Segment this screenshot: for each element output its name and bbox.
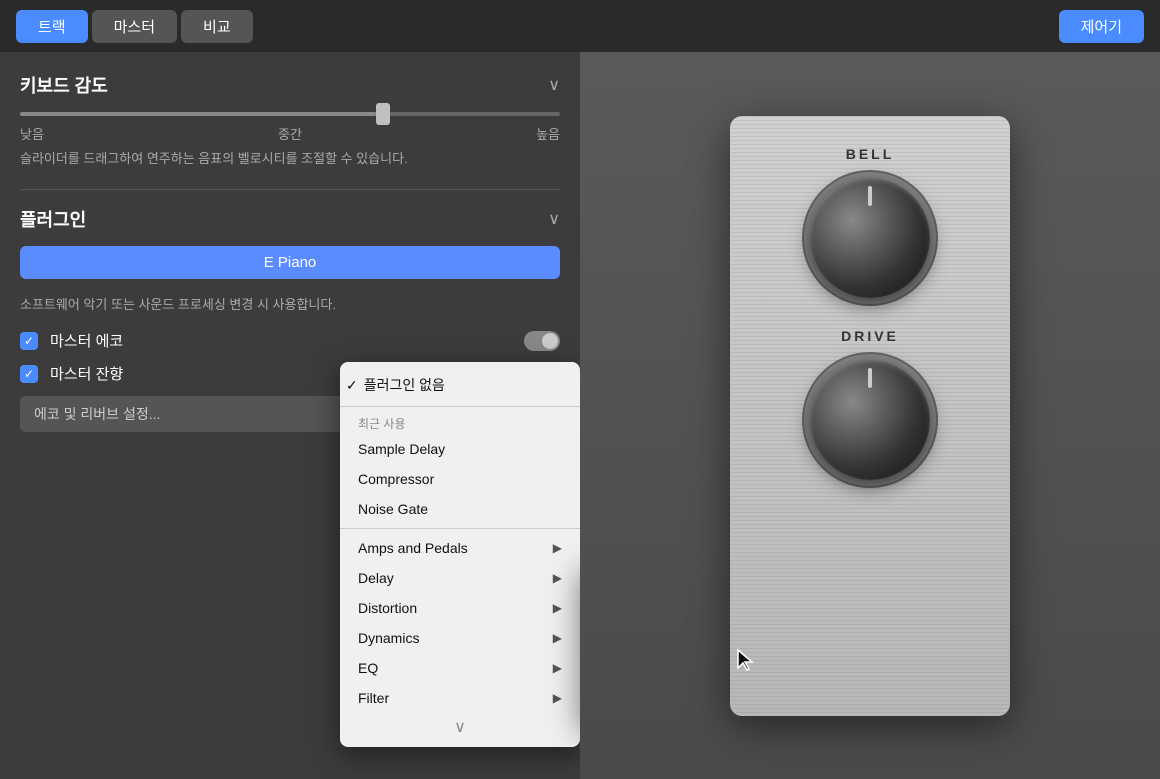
menu-separator-1 bbox=[340, 406, 580, 407]
bell-knob-container: BELL bbox=[810, 146, 930, 298]
tab-master[interactable]: 마스터 bbox=[92, 10, 177, 43]
drive-knob-container: DRIVE bbox=[810, 328, 930, 480]
divider-1 bbox=[20, 189, 560, 190]
menu-scroll-down[interactable]: ∨ bbox=[340, 713, 580, 741]
menu-no-plugin[interactable]: ✓ 플러그인 없음 bbox=[340, 368, 580, 402]
tab-track[interactable]: 트랙 bbox=[16, 10, 88, 43]
category-distortion[interactable]: Distortion ▶ bbox=[340, 593, 580, 623]
keyboard-sensitivity-section: 키보드 감도 ∨ bbox=[20, 72, 560, 98]
category-eq-label: EQ bbox=[358, 660, 378, 676]
category-amps[interactable]: Amps and Pedals ▶ bbox=[340, 533, 580, 563]
master-echo-row: 마스터 에코 bbox=[20, 330, 560, 351]
category-eq[interactable]: EQ ▶ bbox=[340, 653, 580, 683]
category-amps-label: Amps and Pedals bbox=[358, 540, 468, 556]
plugin-section-header: 플러그인 ∨ bbox=[20, 206, 560, 232]
master-echo-checkbox[interactable] bbox=[20, 332, 38, 350]
plugin-select-button[interactable]: E Piano bbox=[20, 246, 560, 279]
dynamics-arrow-icon: ▶ bbox=[553, 631, 562, 645]
menu-separator-2 bbox=[340, 528, 580, 529]
delay-submenu-container: Delay ▶ Delay Designer Echo Sample Delay… bbox=[340, 563, 580, 593]
velocity-slider-track bbox=[20, 112, 560, 116]
distortion-arrow-icon: ▶ bbox=[553, 601, 562, 615]
master-echo-label: 마스터 에코 bbox=[50, 330, 512, 351]
recent-item-1[interactable]: Compressor bbox=[340, 464, 580, 494]
velocity-description: 슬라이더를 드래그하여 연주하는 음표의 벨로시티를 조절할 수 있습니다. bbox=[20, 149, 560, 169]
master-reverb-checkbox[interactable] bbox=[20, 365, 38, 383]
check-mark-icon: ✓ bbox=[346, 377, 358, 394]
velocity-slider-thumb[interactable] bbox=[376, 103, 390, 125]
delay-arrow-icon: ▶ bbox=[553, 571, 562, 585]
recent-item-2[interactable]: Noise Gate bbox=[340, 494, 580, 524]
slider-label-medium: 중간 bbox=[278, 124, 302, 143]
category-filter[interactable]: Filter ▶ bbox=[340, 683, 580, 713]
plugin-section-chevron[interactable]: ∨ bbox=[548, 209, 560, 229]
plugin-section-title: 플러그인 bbox=[20, 206, 86, 232]
keyboard-sensitivity-chevron[interactable]: ∨ bbox=[548, 75, 560, 95]
main-area: 키보드 감도 ∨ 낮음 중간 높음 슬라이더를 드래그하여 연주하는 음표의 벨… bbox=[0, 52, 1160, 779]
category-dynamics[interactable]: Dynamics ▶ bbox=[340, 623, 580, 653]
control-button[interactable]: 제어기 bbox=[1059, 10, 1144, 43]
eq-arrow-icon: ▶ bbox=[553, 661, 562, 675]
slider-labels: 낮음 중간 높음 bbox=[20, 124, 560, 143]
left-panel: 키보드 감도 ∨ 낮음 중간 높음 슬라이더를 드래그하여 연주하는 음표의 벨… bbox=[0, 52, 580, 779]
drive-knob[interactable] bbox=[810, 360, 930, 480]
slider-label-high: 높음 bbox=[536, 124, 560, 143]
slider-label-low: 낮음 bbox=[20, 124, 44, 143]
recent-section-label: 최근 사용 bbox=[340, 411, 580, 434]
category-dynamics-label: Dynamics bbox=[358, 630, 419, 646]
context-menu: ✓ 플러그인 없음 최근 사용 Sample Delay Compressor … bbox=[340, 362, 580, 747]
keyboard-sensitivity-title: 키보드 감도 bbox=[20, 72, 108, 98]
velocity-slider-container bbox=[20, 112, 560, 116]
category-delay-label: Delay bbox=[358, 570, 394, 586]
tab-compare[interactable]: 비교 bbox=[181, 10, 253, 43]
category-distortion-label: Distortion bbox=[358, 600, 417, 616]
plugin-description: 소프트웨어 악기 또는 사운드 프로세싱 변경 시 사용합니다. bbox=[20, 295, 560, 315]
bell-label: BELL bbox=[846, 146, 895, 162]
master-echo-toggle[interactable] bbox=[524, 331, 560, 351]
amp-face: BELL DRIVE bbox=[730, 116, 1010, 716]
top-bar: 트랙 마스터 비교 제어기 bbox=[0, 0, 1160, 52]
tab-group: 트랙 마스터 비교 bbox=[16, 10, 253, 43]
filter-arrow-icon: ▶ bbox=[553, 691, 562, 705]
category-delay[interactable]: Delay ▶ bbox=[340, 563, 580, 593]
drive-label: DRIVE bbox=[841, 328, 899, 344]
velocity-slider-fill bbox=[20, 112, 376, 116]
category-filter-label: Filter bbox=[358, 690, 389, 706]
right-panel: BELL DRIVE bbox=[580, 52, 1160, 779]
bell-knob[interactable] bbox=[810, 178, 930, 298]
recent-item-0[interactable]: Sample Delay bbox=[340, 434, 580, 464]
amps-arrow-icon: ▶ bbox=[553, 541, 562, 555]
no-plugin-label: 플러그인 없음 bbox=[358, 375, 562, 395]
